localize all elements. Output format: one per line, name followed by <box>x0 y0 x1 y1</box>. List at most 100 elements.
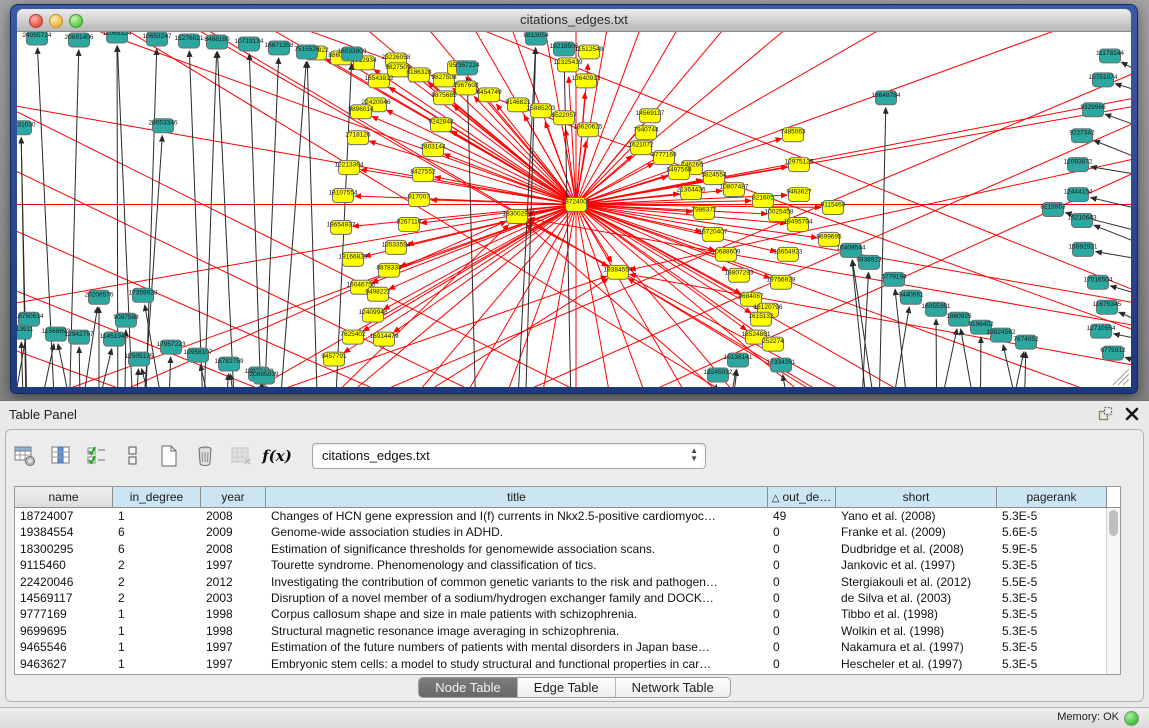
graph-node-8427552[interactable]: 8427552 <box>410 168 436 182</box>
graph-node-18807293[interactable]: 18807293 <box>725 268 754 282</box>
table-cell[interactable]: Embryonic stem cells: a model to study s… <box>266 656 768 672</box>
graph-node-1615132[interactable]: 1615132 <box>748 312 774 326</box>
graph-node-19756928[interactable]: 19756928 <box>767 275 796 289</box>
table-cell[interactable]: 2012 <box>201 574 266 590</box>
graph-node-9777169[interactable]: 9777169 <box>651 151 677 165</box>
table-cell[interactable]: 2009 <box>201 524 266 540</box>
table-cell[interactable]: 0 <box>768 656 836 672</box>
table-cell[interactable]: 1997 <box>201 557 266 573</box>
table-cell[interactable]: 2008 <box>201 541 266 557</box>
graph-node-8186328[interactable]: 8186328 <box>406 68 432 82</box>
graph-node-28053346[interactable]: 28053346 <box>149 119 178 133</box>
graph-node-16543812[interactable]: 16543812 <box>365 74 394 88</box>
table-cell[interactable]: Dudbridge et al. (2008) <box>836 541 997 557</box>
table-cell[interactable]: 18724007 <box>15 508 113 524</box>
table-cell[interactable]: Nakamura et al. (1997) <box>836 639 997 655</box>
table-cell[interactable]: Estimation of significance thresholds fo… <box>266 541 768 557</box>
float-panel-icon[interactable] <box>1098 406 1113 421</box>
column-header-short[interactable]: short <box>836 487 997 507</box>
table-cell[interactable]: 6 <box>113 541 201 557</box>
graph-node-19166825[interactable]: 19166825 <box>339 252 368 266</box>
graph-node-6497568[interactable]: 6497568 <box>666 166 692 180</box>
graph-node-9227342[interactable]: 9227342 <box>1069 129 1095 143</box>
graph-node-15136141[interactable]: 15136141 <box>724 353 753 367</box>
network-canvas[interactable]: 1872400722420046989601427181261221336418… <box>17 32 1131 387</box>
graph-node-15751074[interactable]: 15751074 <box>1089 73 1118 87</box>
graph-node-11178144[interactable]: 11178144 <box>1096 49 1124 63</box>
graph-node-16914479[interactable]: 16914479 <box>370 332 399 346</box>
table-row[interactable]: 946362711997Embryonic stem cells: a mode… <box>15 656 1120 672</box>
table-cell[interactable]: de Silva et al. (2003) <box>836 590 997 606</box>
table-scrollbar[interactable] <box>1106 508 1120 674</box>
graph-node-20885039[interactable]: 20885039 <box>250 370 279 384</box>
table-cell[interactable]: 6 <box>113 524 201 540</box>
graph-node-8267110[interactable]: 8267110 <box>397 217 422 231</box>
table-cell[interactable]: 1 <box>113 656 201 672</box>
graph-node-7515526[interactable]: 7515526 <box>294 45 320 59</box>
table-cell[interactable]: Changes of HCN gene expression and I(f) … <box>266 508 768 524</box>
memory-indicator[interactable] <box>1124 711 1139 726</box>
graph-node-20631030[interactable]: 20631030 <box>17 121 36 135</box>
graph-node-821605[interactable]: 821605 <box>752 194 774 208</box>
graph-node-18107554[interactable]: 18107554 <box>329 189 358 203</box>
table-cell[interactable]: Disruption of a novel member of a sodium… <box>266 590 768 606</box>
table-cell[interactable]: 0 <box>768 606 836 622</box>
graph-node-18750614[interactable]: 18750614 <box>17 312 44 326</box>
graph-node-16648784[interactable]: 16648784 <box>872 91 901 105</box>
graph-node-11675345[interactable]: 11675345 <box>1093 300 1122 314</box>
table-header-row[interactable]: namein_degreeyeartitle△out_de…shortpager… <box>15 487 1120 508</box>
graph-node-11512549[interactable]: 11512549 <box>575 45 604 59</box>
table-row[interactable]: 911546021997Tourette syndrome. Phenomeno… <box>15 557 1120 573</box>
graph-node-9097588[interactable]: 9097588 <box>113 313 139 327</box>
graph-node-10653247[interactable]: 10653247 <box>143 32 172 46</box>
graph-node-12213364[interactable]: 12213364 <box>335 161 364 175</box>
graph-node-8878334[interactable]: 8878334 <box>376 263 402 277</box>
graph-node-6775912[interactable]: 6775912 <box>1100 346 1126 360</box>
table-row[interactable]: 969969511998Structural magnetic resonanc… <box>15 623 1120 639</box>
table-cell[interactable]: 2008 <box>201 508 266 524</box>
graph-nodes[interactable]: 1872400722420046989601427181261221336418… <box>17 32 1126 384</box>
table-cell[interactable]: 5.3E-5 <box>997 508 1107 524</box>
table-cell[interactable]: 5.9E-5 <box>997 541 1107 557</box>
column-header-year[interactable]: year <box>201 487 266 507</box>
table-select[interactable]: citations_edges.txt ▲▼ <box>312 443 706 469</box>
graph-node-19218506[interactable]: 19218506 <box>550 42 579 56</box>
graph-node-12444154[interactable]: 12444154 <box>1064 188 1093 202</box>
table-cell[interactable]: 2 <box>113 557 201 573</box>
table-cell[interactable]: 19384554 <box>15 524 113 540</box>
graph-node-10958107[interactable]: 10958107 <box>184 348 213 362</box>
graph-node-9329966[interactable]: 9329966 <box>1080 103 1106 117</box>
table-scrollbar-thumb[interactable] <box>1109 510 1118 536</box>
table-row[interactable]: 946554611997Estimation of the future num… <box>15 639 1120 655</box>
table-cell[interactable]: 22420046 <box>15 574 113 590</box>
graph-node-19245012[interactable]: 19245012 <box>704 368 733 382</box>
column-header-out_de[interactable]: △out_de… <box>768 487 836 507</box>
graph-node-19924562[interactable]: 19924562 <box>987 328 1016 342</box>
graph-node-6779194[interactable]: 6779194 <box>881 272 907 286</box>
window-titlebar[interactable]: citations_edges.txt <box>17 9 1131 32</box>
graph-node-17016504[interactable]: 17016504 <box>1084 275 1113 289</box>
table-cell[interactable]: 0 <box>768 639 836 655</box>
table-cell[interactable]: 2 <box>113 574 201 590</box>
column-header-name[interactable]: name <box>15 487 113 507</box>
row-height-icon[interactable] <box>120 443 146 469</box>
graph-node-3824554[interactable]: 3824554 <box>701 171 727 185</box>
graph-node-8466160[interactable]: 8466160 <box>204 35 230 49</box>
table-cell[interactable]: 18300295 <box>15 541 113 557</box>
graph-node-20206576[interactable]: 20206576 <box>85 290 114 304</box>
table-cell[interactable]: 1997 <box>201 639 266 655</box>
tab-network-table[interactable]: Network Table <box>616 678 730 697</box>
table-cell[interactable]: Investigating the contribution of common… <box>266 574 768 590</box>
column-header-in_degree[interactable]: in_degree <box>113 487 201 507</box>
table-cell[interactable]: Structural magnetic resonance image aver… <box>266 623 768 639</box>
graph-node-24055724[interactable]: 24055724 <box>23 32 52 45</box>
table-cell[interactable]: 5.3E-5 <box>997 606 1107 622</box>
table-cell[interactable]: Wolkin et al. (1998) <box>836 623 997 639</box>
graph-node-2718126[interactable]: 2718126 <box>345 131 371 145</box>
table-cell[interactable]: 1997 <box>201 656 266 672</box>
table-cell[interactable]: 0 <box>768 590 836 606</box>
graph-node-12942757[interactable]: 12942757 <box>65 330 94 344</box>
graph-node-6938923[interactable]: 6938923 <box>856 255 882 269</box>
graph-node-6522057[interactable]: 6522057 <box>551 111 577 125</box>
graph-node-7625402[interactable]: 7625402 <box>340 330 366 344</box>
